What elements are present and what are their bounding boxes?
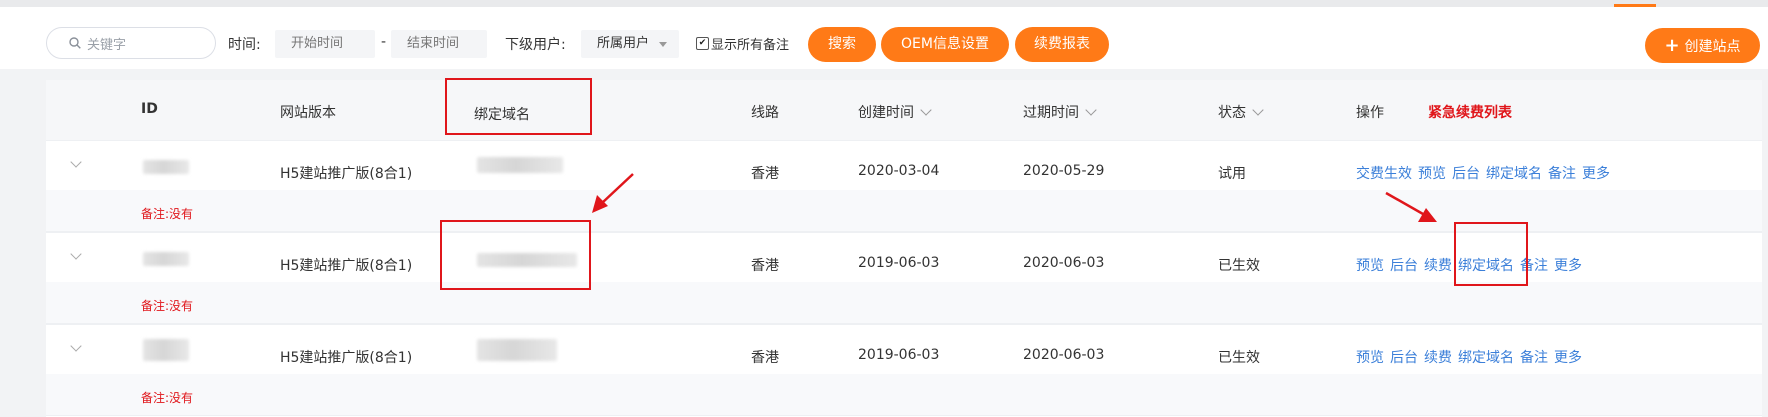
highlight-box-bind-domain-action [1454,222,1528,286]
header-status[interactable]: 状态 [1218,102,1264,122]
action-admin[interactable]: 后台 [1452,166,1480,182]
create-site-button[interactable]: + 创建站点 [1645,28,1760,63]
action-preview[interactable]: 预览 [1418,166,1446,182]
action-more[interactable]: 更多 [1554,350,1582,366]
oem-settings-button[interactable]: OEM信息设置 [881,27,1009,62]
id-redacted [143,160,189,174]
range-separator: - [381,34,387,50]
filter-toolbar: 关键字 时间: 开始时间 - 结束时间 下级用户: 所属用户 ✔ 显示所有备注 … [0,7,1768,69]
action-preview[interactable]: 预览 [1356,258,1384,274]
domain-redacted [477,339,557,361]
header-id: ID [141,101,158,117]
line-cell: 香港 [751,350,779,366]
line-cell: 香港 [751,258,779,274]
action-note[interactable]: 备注 [1520,350,1548,366]
header-version: 网站版本 [280,105,336,121]
version-cell: H5建站推广版(8合1) [280,350,413,366]
top-strip [0,0,1768,7]
action-admin[interactable]: 后台 [1390,258,1418,274]
sub-user-label: 下级用户: [505,37,566,53]
plus-icon: + [1664,35,1680,56]
line-cell: 香港 [751,166,779,182]
row-actions: 交费生效 预览 后台 绑定域名 备注 更多 [1356,163,1616,183]
chevron-down-icon [659,42,667,47]
show-notes-checkbox[interactable]: ✔ 显示所有备注 [696,34,789,53]
action-renew[interactable]: 续费 [1424,350,1452,366]
header-created[interactable]: 创建时间 [858,102,932,122]
action-bind-domain[interactable]: 绑定域名 [1486,166,1542,182]
end-time-input[interactable]: 结束时间 [391,30,487,58]
sort-icon [1085,104,1097,116]
created-cell: 2020-03-04 [858,163,940,179]
action-preview[interactable]: 预览 [1356,350,1384,366]
table-header: ID 网站版本 绑定域名 线路 创建时间 过期时间 状态 操作 紧急续费列表 [46,80,1762,140]
id-redacted [143,252,189,266]
version-cell: H5建站推广版(8合1) [280,166,413,182]
checkbox-checked-icon: ✔ [696,37,709,50]
domain-redacted [477,157,563,173]
action-bind-domain[interactable]: 绑定域名 [1458,350,1514,366]
time-label: 时间: [228,37,261,53]
expires-cell: 2020-05-29 [1023,163,1105,179]
row-note: 备注:没有 [46,374,1762,416]
table-row: H5建站推广版(8合1) 香港 2019-06-03 2020-06-03 已生… [46,324,1762,416]
show-notes-label: 显示所有备注 [711,38,790,53]
id-redacted [143,339,189,361]
action-renew[interactable]: 续费 [1424,258,1452,274]
action-more[interactable]: 更多 [1582,166,1610,182]
expires-cell: 2020-06-03 [1023,255,1105,271]
created-cell: 2019-06-03 [858,255,940,271]
search-input[interactable]: 关键字 [46,27,216,59]
search-placeholder: 关键字 [87,37,127,53]
expand-chevron-icon[interactable] [70,248,82,260]
row-actions: 预览 后台 续费 绑定域名 备注 更多 [1356,347,1588,367]
header-actions: 操作 [1356,105,1384,121]
sub-user-value: 所属用户 [597,36,650,51]
highlight-box-domain-cell [440,220,591,290]
table-row: H5建站推广版(8合1) 香港 2020-03-04 2020-05-29 试用… [46,140,1762,232]
created-cell: 2019-06-03 [858,347,940,363]
row-note: 备注:没有 [46,282,1762,324]
renew-report-button[interactable]: 续费报表 [1015,27,1109,62]
status-cell: 已生效 [1218,350,1260,366]
version-cell: H5建站推广版(8合1) [280,258,413,274]
expand-chevron-icon[interactable] [70,340,82,352]
sort-icon [920,104,932,116]
action-more[interactable]: 更多 [1554,258,1582,274]
search-button[interactable]: 搜索 [808,27,876,62]
expires-cell: 2020-06-03 [1023,347,1105,363]
action-admin[interactable]: 后台 [1390,350,1418,366]
sort-icon [1252,104,1264,116]
expand-chevron-icon[interactable] [70,156,82,168]
highlight-box-domain-header [445,78,592,135]
sub-user-select[interactable]: 所属用户 [581,30,679,58]
status-cell: 试用 [1218,166,1246,182]
action-pay-activate[interactable]: 交费生效 [1356,166,1412,182]
urgent-renewal-link[interactable]: 紧急续费列表 [1428,102,1512,122]
start-time-input[interactable]: 开始时间 [275,30,375,58]
status-cell: 已生效 [1218,258,1260,274]
create-site-label: 创建站点 [1684,39,1741,55]
header-expires[interactable]: 过期时间 [1023,102,1097,122]
header-line: 线路 [751,105,779,121]
search-icon [69,37,81,49]
action-note[interactable]: 备注 [1548,166,1576,182]
